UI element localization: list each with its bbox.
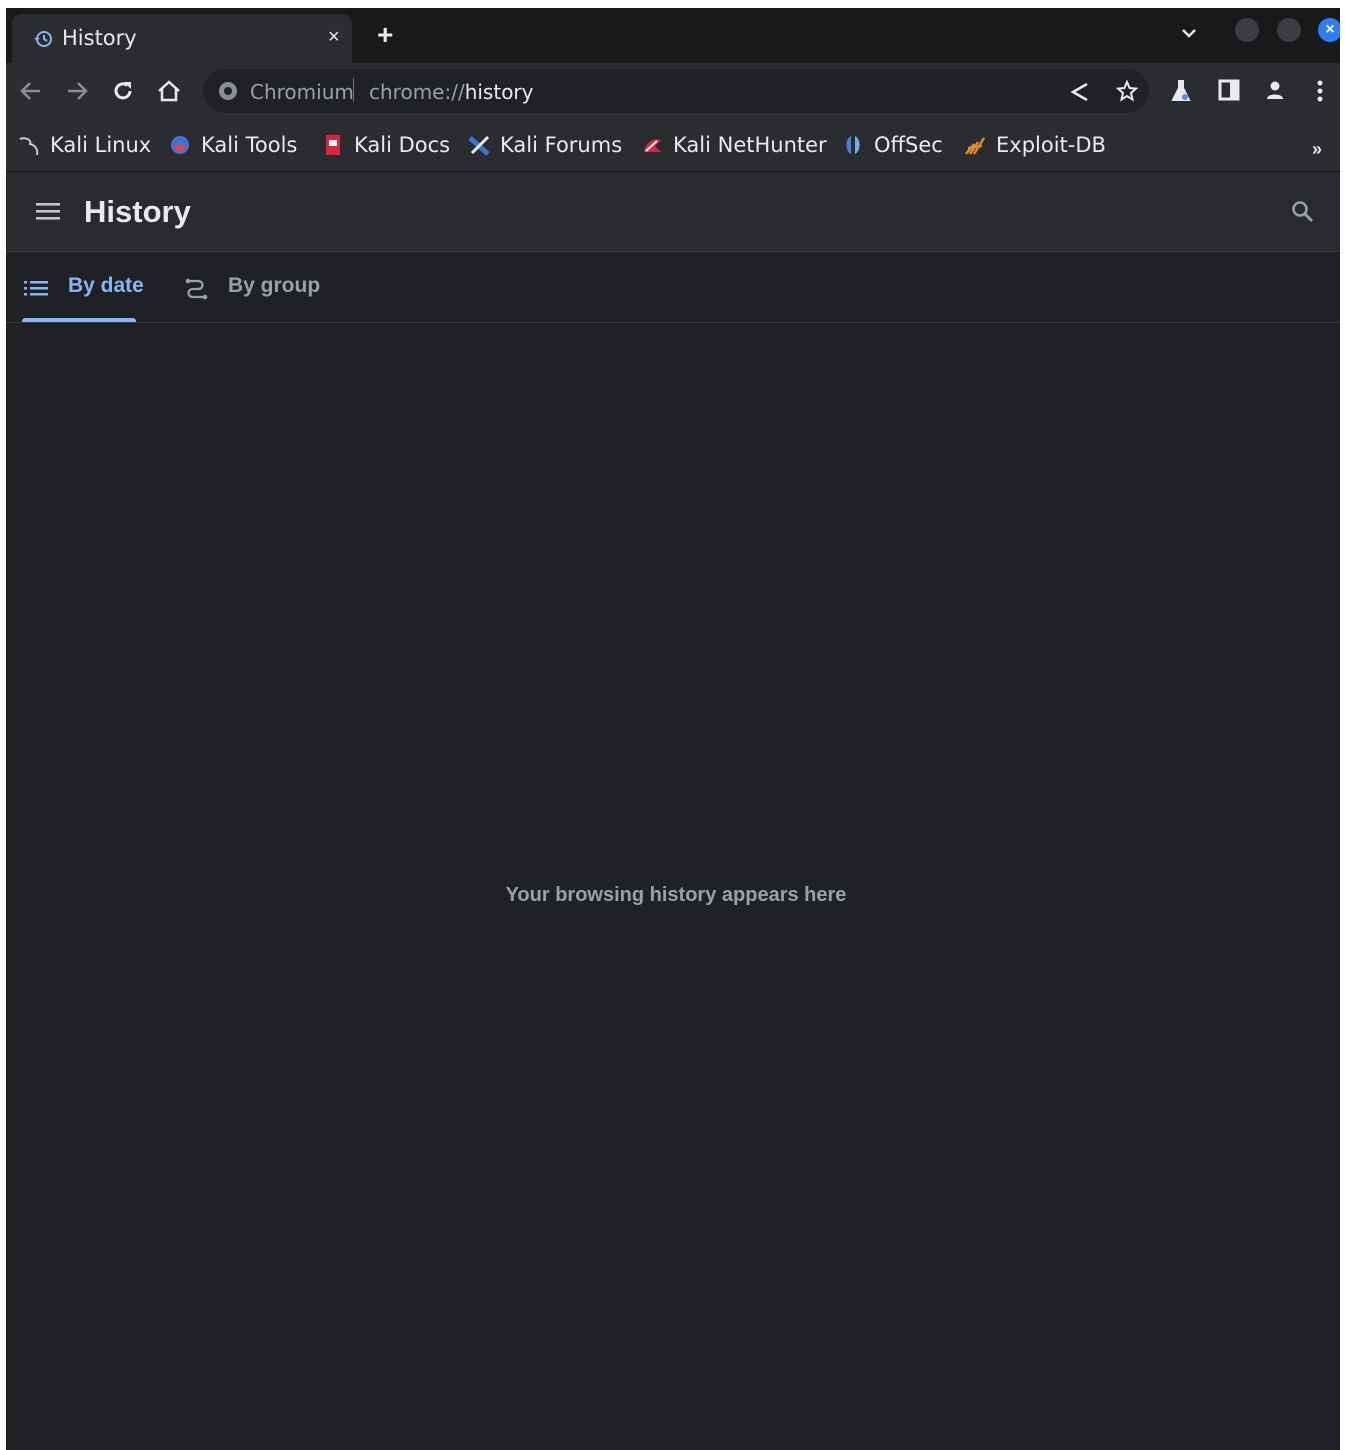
hamburger-menu-icon[interactable] [36,201,60,226]
tab-strip: History × + × [6,8,1340,63]
bookmark-kali-docs[interactable]: Kali Docs [322,131,450,159]
tab-by-group-label: By group [228,274,321,297]
window-close-button[interactable]: × [1318,18,1340,42]
bookmark-star-icon[interactable] [1115,79,1139,107]
bookmarks-overflow-button[interactable]: » [1312,139,1322,160]
page-title: History [84,194,191,229]
menu-kebab-icon[interactable] [1316,79,1324,108]
address-bar[interactable]: Chromium chrome://history [203,69,1149,113]
tab-close-icon[interactable]: × [328,26,340,49]
kali-nethunter-icon [641,134,663,156]
forward-arrow-icon[interactable] [64,79,90,108]
list-icon [24,279,48,302]
back-arrow-icon[interactable] [18,79,44,108]
bookmark-offsec[interactable]: OffSec [842,131,943,159]
bookmark-label: Kali Tools [201,133,298,157]
site-label: Chromium [250,80,354,104]
share-icon[interactable] [1069,81,1091,108]
search-icon[interactable] [1291,200,1315,229]
side-panel-icon[interactable] [1218,79,1240,106]
kali-forums-icon [468,134,490,156]
kali-tools-icon [169,134,191,156]
browser-window: History × + × Chromium chrome://history … [6,8,1340,1450]
history-page-header: History [6,172,1340,252]
bookmark-kali-tools[interactable]: Kali Tools [169,131,297,159]
bookmark-label: Kali Linux [50,133,152,157]
bookmark-label: Kali NetHunter [673,133,827,157]
tab-search-chevron-icon[interactable] [1180,26,1198,45]
chromium-icon [217,80,239,107]
new-tab-button[interactable]: + [377,19,393,51]
url-scheme: chrome:// [369,80,465,104]
bookmark-label: OffSec [874,133,943,157]
bookmark-kali-linux[interactable]: Kali Linux [18,131,151,159]
kali-dragon-icon [18,134,40,156]
bookmark-kali-nethunter[interactable]: Kali NetHunter [641,131,827,159]
exploit-db-icon [964,134,986,156]
tab-history[interactable]: History × [12,14,352,63]
kali-docs-icon [322,134,344,156]
profile-icon[interactable] [1264,79,1286,106]
reload-icon[interactable] [111,79,135,108]
home-icon[interactable] [156,79,182,108]
minimize-button[interactable] [1235,18,1259,42]
bookmark-kali-forums[interactable]: Kali Forums [468,131,622,159]
history-icon [32,28,54,50]
history-view-tabs: By date By group [6,252,1340,323]
bookmark-label: Kali Docs [354,133,451,157]
bookmark-label: Exploit-DB [996,133,1106,157]
bookmark-exploit-db[interactable]: Exploit-DB [964,131,1106,159]
browser-toolbar: Chromium chrome://history [6,63,1340,119]
url-host: history [464,80,534,104]
omnibox-divider [353,78,354,102]
tab-by-group[interactable]: By group [166,252,326,322]
bookmark-label: Kali Forums [500,133,623,157]
empty-history-message: Your browsing history appears here [505,884,847,906]
journeys-icon [184,276,210,307]
tab-title: History [62,26,137,50]
labs-flask-icon[interactable] [1169,79,1193,108]
selected-tab-indicator [22,318,136,322]
url-text[interactable]: chrome://history [369,80,534,104]
tab-by-date[interactable]: By date [6,252,146,322]
tab-by-date-label: By date [68,274,144,297]
offsec-icon [842,134,864,156]
bookmarks-bar: Kali Linux Kali Tools Kali Docs Kali For… [6,119,1340,172]
maximize-button[interactable] [1277,18,1301,42]
